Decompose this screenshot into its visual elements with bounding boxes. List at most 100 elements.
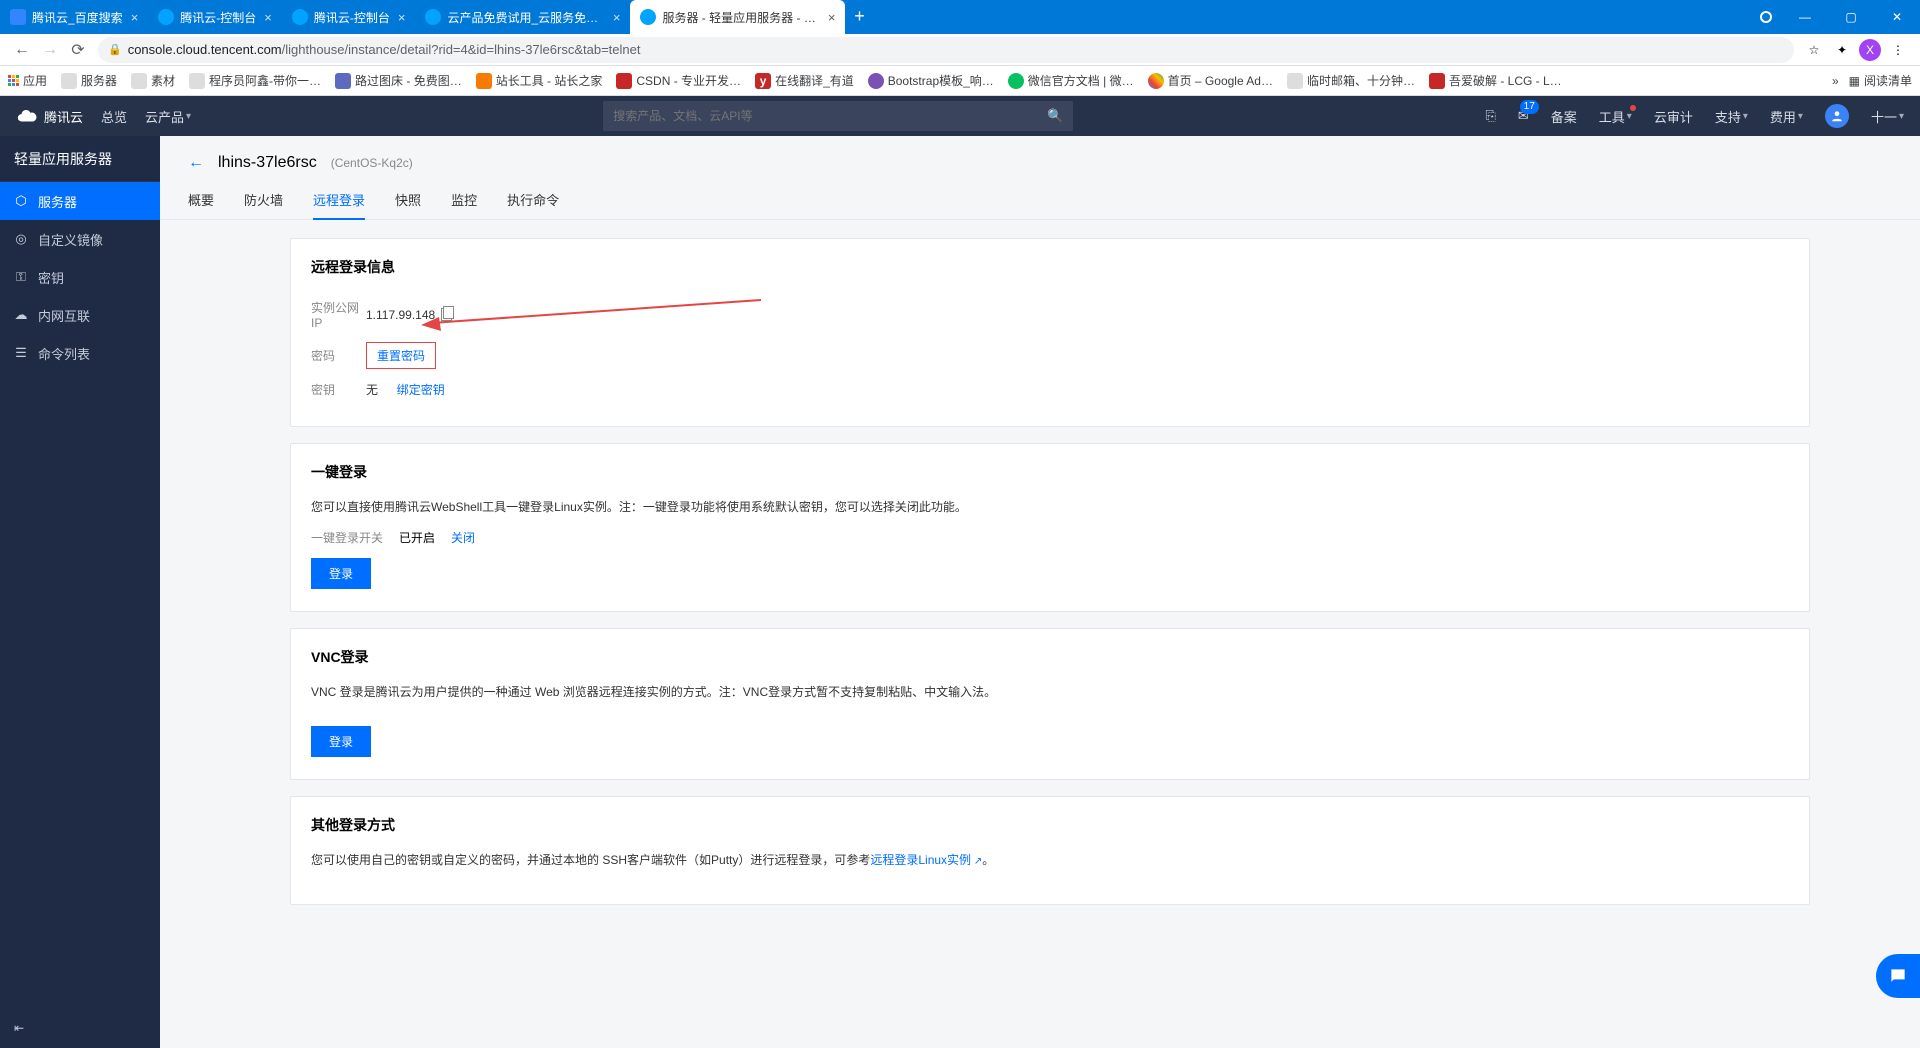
- apps-button[interactable]: 应用: [8, 72, 47, 89]
- favicon-icon: [10, 9, 26, 25]
- menu-icon[interactable]: ⋮: [1884, 36, 1912, 64]
- instance-id: lhins-37le6rsc: [218, 154, 317, 172]
- browser-tab[interactable]: 腾讯云-控制台 ×: [282, 0, 416, 34]
- browser-titlebar: 腾讯云_百度搜索 × 腾讯云-控制台 × 腾讯云-控制台 × 云产品免费试用_云…: [0, 0, 1920, 34]
- bookmark-item[interactable]: CSDN - 专业开发…: [616, 72, 741, 89]
- switch-label: 一键登录开关: [311, 529, 383, 546]
- favicon-icon: [292, 9, 308, 25]
- sidebar-item-network[interactable]: ☁内网互联: [0, 296, 160, 334]
- close-icon[interactable]: ×: [613, 10, 621, 25]
- nav-audit[interactable]: 云审计: [1654, 107, 1693, 126]
- browser-tab-active[interactable]: 服务器 - 轻量应用服务器 - 控制 ×: [630, 0, 845, 34]
- close-icon[interactable]: ×: [264, 10, 272, 25]
- lock-icon: 🔒: [108, 43, 122, 56]
- back-arrow[interactable]: ←: [188, 154, 204, 172]
- nav-overview[interactable]: 总览: [101, 107, 127, 126]
- bookmark-item[interactable]: 路过图床 - 免费图…: [335, 72, 462, 89]
- nav-fee[interactable]: 费用: [1770, 107, 1803, 126]
- reset-password-link[interactable]: 重置密码: [377, 349, 425, 363]
- sidebar: 轻量应用服务器 ⬡服务器 ◎自定义镜像 ⚿密钥 ☁内网互联 ☰命令列表 ⇤: [0, 136, 160, 1048]
- tab-title: 腾讯云-控制台: [180, 9, 256, 26]
- switch-close-link[interactable]: 关闭: [451, 529, 475, 546]
- browser-tab[interactable]: 云产品免费试用_云服务免费体验 ×: [415, 0, 630, 34]
- nav-beian[interactable]: 备案: [1551, 107, 1577, 126]
- tab-firewall[interactable]: 防火墙: [244, 182, 283, 219]
- switch-state: 已开启: [399, 529, 435, 546]
- hexagon-icon: ⬡: [14, 194, 28, 208]
- bookmark-item[interactable]: 站长工具 - 站长之家: [476, 72, 603, 89]
- cloud-icon: ☁: [14, 308, 28, 322]
- user-avatar-icon[interactable]: [1825, 104, 1849, 128]
- star-icon[interactable]: ☆: [1800, 36, 1828, 64]
- card-title: 一键登录: [311, 462, 1789, 482]
- maximize-button[interactable]: ▢: [1828, 0, 1874, 34]
- nav-support[interactable]: 支持: [1715, 107, 1748, 126]
- bookmark-item[interactable]: 吾爱破解 - LCG - L…: [1429, 72, 1562, 89]
- list-icon: ☰: [14, 346, 28, 360]
- bookmarks-overflow[interactable]: »: [1832, 74, 1839, 88]
- url-input[interactable]: 🔒 console.cloud.tencent.com/lighthouse/i…: [98, 37, 1794, 63]
- close-icon[interactable]: ×: [398, 10, 406, 25]
- card-desc: VNC 登录是腾讯云为用户提供的一种通过 Web 浏览器远程连接实例的方式。注：…: [311, 683, 1789, 700]
- minimize-button[interactable]: —: [1782, 0, 1828, 34]
- close-icon[interactable]: ×: [828, 10, 836, 25]
- nav-messages[interactable]: ✉17: [1518, 108, 1529, 124]
- sidebar-item-image[interactable]: ◎自定义镜像: [0, 220, 160, 258]
- user-name[interactable]: 十一: [1871, 107, 1904, 126]
- copy-icon[interactable]: [441, 308, 452, 321]
- search-input[interactable]: [613, 109, 1047, 123]
- extensions-icon[interactable]: ✦: [1828, 36, 1856, 64]
- tab-title: 腾讯云-控制台: [314, 9, 390, 26]
- url-text: console.cloud.tencent.com/lighthouse/ins…: [128, 42, 641, 57]
- forward-button[interactable]: →: [36, 36, 64, 64]
- bookmark-item[interactable]: y在线翻译_有道: [755, 72, 854, 89]
- doc-link[interactable]: 远程登录Linux实例: [870, 853, 982, 867]
- new-tab-button[interactable]: +: [845, 6, 873, 29]
- sidebar-item-key[interactable]: ⚿密钥: [0, 258, 160, 296]
- bind-key-link[interactable]: 绑定密钥: [397, 381, 445, 398]
- account-icon[interactable]: [1760, 11, 1772, 23]
- search-box[interactable]: 🔍: [603, 101, 1073, 131]
- key-icon: ⚿: [14, 270, 28, 284]
- reset-password-highlight: 重置密码: [366, 342, 436, 369]
- brand-logo[interactable]: 腾讯云: [16, 105, 83, 127]
- image-icon: ◎: [14, 232, 28, 246]
- cloud-topbar: 腾讯云 总览 云产品 🔍 ⎘ ✉17 备案 工具 云审计 支持 费用 十一: [0, 96, 1920, 136]
- back-button[interactable]: ←: [8, 36, 36, 64]
- nav-products[interactable]: 云产品: [145, 107, 191, 126]
- bookmark-item[interactable]: 素材: [131, 72, 175, 89]
- search-icon[interactable]: 🔍: [1047, 108, 1063, 124]
- nav-cli-icon[interactable]: ⎘: [1485, 108, 1495, 124]
- sidebar-collapse[interactable]: ⇤: [0, 1008, 160, 1048]
- bookmark-item[interactable]: 首页 – Google Ad…: [1148, 72, 1273, 89]
- login-button[interactable]: 登录: [311, 558, 371, 589]
- close-window-button[interactable]: ✕: [1874, 0, 1920, 34]
- bookmark-item[interactable]: Bootstrap模板_响…: [868, 72, 994, 89]
- bookmark-item[interactable]: 程序员阿鑫-带你一…: [189, 72, 321, 89]
- profile-avatar[interactable]: X: [1856, 36, 1884, 64]
- tab-remote-login[interactable]: 远程登录: [313, 182, 365, 219]
- ip-label: 实例公网IP: [311, 299, 366, 330]
- bookmarks-bar: 应用 服务器 素材 程序员阿鑫-带你一… 路过图床 - 免费图… 站长工具 - …: [0, 66, 1920, 96]
- sidebar-item-server[interactable]: ⬡服务器: [0, 182, 160, 220]
- close-icon[interactable]: ×: [131, 10, 139, 25]
- reading-list-icon: ▦: [1849, 74, 1860, 88]
- tab-snapshot[interactable]: 快照: [395, 182, 421, 219]
- tab-exec[interactable]: 执行命令: [507, 182, 559, 219]
- bookmark-item[interactable]: 微信官方文档 | 微…: [1008, 72, 1134, 89]
- reading-list-button[interactable]: ▦阅读清单: [1849, 72, 1912, 89]
- password-label: 密码: [311, 347, 366, 364]
- tab-overview[interactable]: 概要: [188, 182, 214, 219]
- favicon-icon: [640, 9, 656, 25]
- browser-tab[interactable]: 腾讯云-控制台 ×: [148, 0, 282, 34]
- card-title: 远程登录信息: [311, 257, 1789, 277]
- browser-tab[interactable]: 腾讯云_百度搜索 ×: [0, 0, 148, 34]
- feedback-float-button[interactable]: [1876, 954, 1920, 998]
- bookmark-item[interactable]: 服务器: [61, 72, 117, 89]
- vnc-login-button[interactable]: 登录: [311, 726, 371, 757]
- nav-tools[interactable]: 工具: [1599, 107, 1632, 126]
- sidebar-item-commands[interactable]: ☰命令列表: [0, 334, 160, 372]
- bookmark-item[interactable]: 临时邮箱、十分钟…: [1287, 72, 1415, 89]
- reload-button[interactable]: ⟳: [64, 36, 92, 64]
- tab-monitor[interactable]: 监控: [451, 182, 477, 219]
